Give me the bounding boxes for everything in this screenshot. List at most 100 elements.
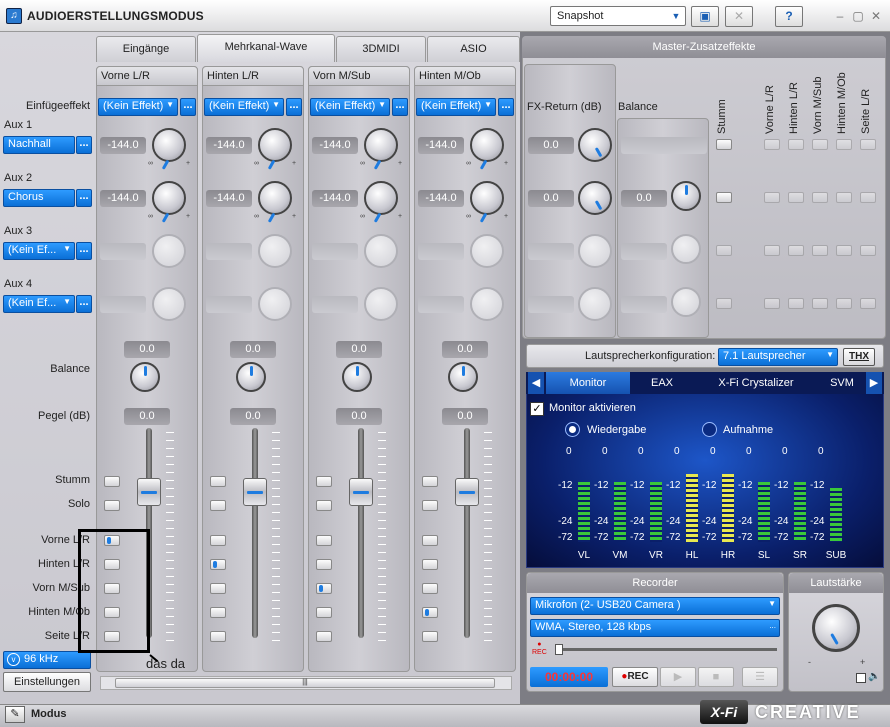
pegel-value[interactable]: 0.0 <box>230 408 276 425</box>
balance-knob[interactable] <box>236 362 266 392</box>
monitor-checkbox[interactable]: ✓ <box>530 402 544 416</box>
master-toggle[interactable] <box>716 192 732 203</box>
radio-wiedergabe[interactable] <box>565 422 580 437</box>
tab-xfi-crystalizer[interactable]: X-Fi Crystalizer <box>694 372 818 394</box>
route-toggle[interactable] <box>316 631 332 642</box>
restore-button[interactable]: ▢ <box>850 8 866 24</box>
pegel-value[interactable]: 0.0 <box>442 408 488 425</box>
volume-fader-track[interactable] <box>358 428 364 638</box>
recorder-progress-track[interactable] <box>555 648 777 651</box>
aux2-effect-button[interactable]: Chorus <box>3 189 75 207</box>
aux2-send-knob[interactable] <box>152 181 186 223</box>
aux1-send-knob[interactable] <box>258 128 292 170</box>
tabs-left-arrow[interactable]: ◀ <box>528 372 544 394</box>
solo-toggle[interactable] <box>104 500 120 511</box>
snapshot-dropdown[interactable]: Snapshot ▼ <box>550 6 686 26</box>
route-toggle[interactable] <box>316 559 332 570</box>
recorder-progress-handle[interactable] <box>555 644 563 655</box>
aux1-send-knob[interactable] <box>470 128 504 170</box>
rec-button[interactable]: ●REC <box>612 667 658 687</box>
volume-fader-handle[interactable] <box>137 478 161 506</box>
route-toggle[interactable] <box>210 535 226 546</box>
insert-effect-more-button[interactable]: ... <box>180 98 196 116</box>
route-toggle[interactable] <box>210 583 226 594</box>
aux2-send-value[interactable]: -144.0 <box>418 190 464 207</box>
aux1-send-value[interactable]: -144.0 <box>312 137 358 154</box>
route-toggle[interactable] <box>422 535 438 546</box>
delete-button[interactable]: ✕ <box>725 6 753 27</box>
aux1-send-value[interactable]: -144.0 <box>418 137 464 154</box>
insert-effect-dropdown[interactable]: (Kein Effekt) ▼ <box>310 98 390 116</box>
stop-button[interactable]: ■ <box>698 667 734 687</box>
volume-fader-track[interactable] <box>252 428 258 638</box>
mute-toggle[interactable] <box>422 476 438 487</box>
aux2-send-value[interactable]: -144.0 <box>100 190 146 207</box>
route-toggle[interactable] <box>210 559 226 570</box>
aux1-send-value[interactable]: -144.0 <box>206 137 252 154</box>
insert-effect-dropdown[interactable]: (Kein Effekt) ▼ <box>204 98 284 116</box>
aux1-send-knob[interactable] <box>364 128 398 170</box>
pegel-value[interactable]: 0.0 <box>336 408 382 425</box>
file-list-button[interactable]: ☰ <box>742 667 778 687</box>
solo-toggle[interactable] <box>422 500 438 511</box>
aux4-more-button[interactable]: ... <box>76 295 92 313</box>
minimize-button[interactable]: – <box>832 8 848 24</box>
volume-fader-handle[interactable] <box>349 478 373 506</box>
solo-toggle[interactable] <box>210 500 226 511</box>
route-toggle[interactable] <box>316 583 332 594</box>
tab-mehrkanal-wave[interactable]: Mehrkanal-Wave <box>197 34 335 62</box>
horizontal-scrollbar[interactable]: ||| <box>100 676 512 690</box>
save-button[interactable]: ▣ <box>691 6 719 27</box>
insert-effect-dropdown[interactable]: (Kein Effekt) ▼ <box>416 98 496 116</box>
play-button[interactable]: ▶ <box>660 667 696 687</box>
scroll-thumb[interactable]: ||| <box>115 678 495 688</box>
recorder-source-dropdown[interactable]: Mikrofon (2- USB20 Camera ) ▼ <box>530 597 780 615</box>
aux1-send-value[interactable]: -144.0 <box>100 137 146 154</box>
aux1-more-button[interactable]: ... <box>76 136 92 154</box>
speaker-config-dropdown[interactable]: 7.1 Lautsprecher ▼ <box>718 348 838 366</box>
mute-toggle[interactable] <box>210 476 226 487</box>
master-volume-knob[interactable] <box>812 604 860 652</box>
aux4-effect-button[interactable]: (Kein Ef... ▼ <box>3 295 75 313</box>
radio-aufnahme[interactable] <box>702 422 717 437</box>
balance-knob[interactable] <box>342 362 372 392</box>
fx-return-value-2[interactable]: 0.0 <box>528 190 574 207</box>
tab-3dmidi[interactable]: 3DMIDI <box>336 36 426 62</box>
mute-toggle[interactable] <box>316 476 332 487</box>
balance-knob[interactable] <box>448 362 478 392</box>
tabs-right-arrow[interactable]: ▶ <box>866 372 882 394</box>
insert-effect-more-button[interactable]: ... <box>498 98 514 116</box>
tab-svm[interactable]: SVM <box>820 372 864 394</box>
fx-return-knob-2[interactable] <box>578 181 612 215</box>
aux1-send-knob[interactable] <box>152 128 186 170</box>
insert-effect-dropdown[interactable]: (Kein Effekt) ▼ <box>98 98 178 116</box>
aux3-more-button[interactable]: ... <box>76 242 92 260</box>
thx-button[interactable]: THX <box>843 348 875 366</box>
tab-eingaenge[interactable]: Eingänge <box>96 36 196 62</box>
master-balance-value[interactable]: 0.0 <box>621 190 667 207</box>
route-toggle[interactable] <box>422 607 438 618</box>
close-button[interactable]: ✕ <box>868 8 884 24</box>
balance-value[interactable]: 0.0 <box>124 341 170 358</box>
route-toggle[interactable] <box>316 607 332 618</box>
volume-fader-handle[interactable] <box>243 478 267 506</box>
balance-value[interactable]: 0.0 <box>230 341 276 358</box>
recorder-format-button[interactable]: WMA, Stereo, 128 kbps... <box>530 619 780 637</box>
aux3-effect-button[interactable]: (Kein Ef... ▼ <box>3 242 75 260</box>
aux2-send-knob[interactable] <box>364 181 398 223</box>
insert-effect-more-button[interactable]: ... <box>286 98 302 116</box>
aux2-more-button[interactable]: ... <box>76 189 92 207</box>
help-button[interactable]: ? <box>775 6 803 27</box>
route-toggle[interactable] <box>210 607 226 618</box>
balance-value[interactable]: 0.0 <box>442 341 488 358</box>
fx-return-knob-1[interactable] <box>578 128 612 162</box>
insert-effect-more-button[interactable]: ... <box>392 98 408 116</box>
route-toggle[interactable] <box>210 631 226 642</box>
balance-knob[interactable] <box>130 362 160 392</box>
route-toggle[interactable] <box>422 559 438 570</box>
aux2-send-knob[interactable] <box>470 181 504 223</box>
sample-rate-button[interactable]: v 96 kHz <box>3 651 91 669</box>
route-toggle[interactable] <box>316 535 332 546</box>
master-toggle[interactable] <box>716 139 732 150</box>
tab-asio[interactable]: ASIO <box>427 36 520 62</box>
